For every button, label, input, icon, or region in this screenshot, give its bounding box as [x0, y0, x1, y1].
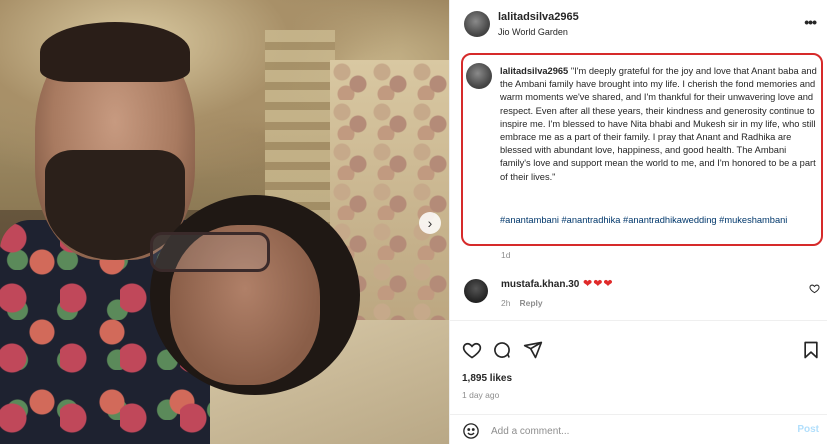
photo-man-hair	[40, 22, 190, 82]
author-username[interactable]: lalitadsilva2965	[498, 11, 579, 23]
bookmark-icon[interactable]	[800, 339, 822, 361]
commenter-avatar[interactable]	[464, 279, 488, 303]
comment-input[interactable]	[491, 422, 771, 440]
comment-text: ❤❤❤	[583, 278, 614, 290]
caption-text: lalitadsilva2965 "I'm deeply grateful fo…	[500, 65, 818, 184]
post-location[interactable]: Jio World Garden	[498, 27, 568, 37]
post-panel: lalitadsilva2965 Jio World Garden ••• la…	[449, 0, 827, 444]
post-photo[interactable]: ›	[0, 0, 449, 444]
comment-item: mustafa.khan.30 ❤❤❤ 2h Reply	[450, 272, 827, 312]
comment-time: 2h	[501, 298, 511, 308]
comment-username[interactable]: mustafa.khan.30	[501, 279, 579, 290]
next-photo-icon[interactable]: ›	[419, 212, 441, 234]
caption-timestamp: 1d	[501, 250, 511, 260]
photo-glasses	[150, 232, 270, 272]
post-timestamp: 1 day ago	[462, 390, 500, 400]
comment-like-icon[interactable]	[809, 283, 820, 297]
author-avatar[interactable]	[464, 11, 490, 37]
caption-body: "I'm deeply grateful for the joy and lov…	[500, 66, 817, 182]
comment-meta: 2h Reply	[501, 298, 543, 308]
caption-username[interactable]: lalitadsilva2965	[500, 66, 568, 76]
share-icon[interactable]	[522, 339, 544, 361]
caption-hashtags[interactable]: #anantambani #anantradhika #anantradhika…	[500, 214, 818, 227]
reply-button[interactable]: Reply	[519, 298, 542, 308]
caption-avatar[interactable]	[466, 63, 492, 89]
add-comment-bar: Post	[450, 414, 827, 444]
heart-icon[interactable]	[461, 339, 483, 361]
post-comment-button[interactable]: Post	[797, 424, 819, 435]
more-horizontal-icon[interactable]: •••	[804, 14, 817, 30]
like-count[interactable]: 1,895 likes	[462, 373, 512, 384]
comment-icon[interactable]	[491, 339, 513, 361]
caption-highlight: lalitadsilva2965 "I'm deeply grateful fo…	[461, 53, 823, 246]
post-header: lalitadsilva2965 Jio World Garden •••	[450, 0, 827, 48]
emoji-icon[interactable]	[462, 422, 480, 440]
